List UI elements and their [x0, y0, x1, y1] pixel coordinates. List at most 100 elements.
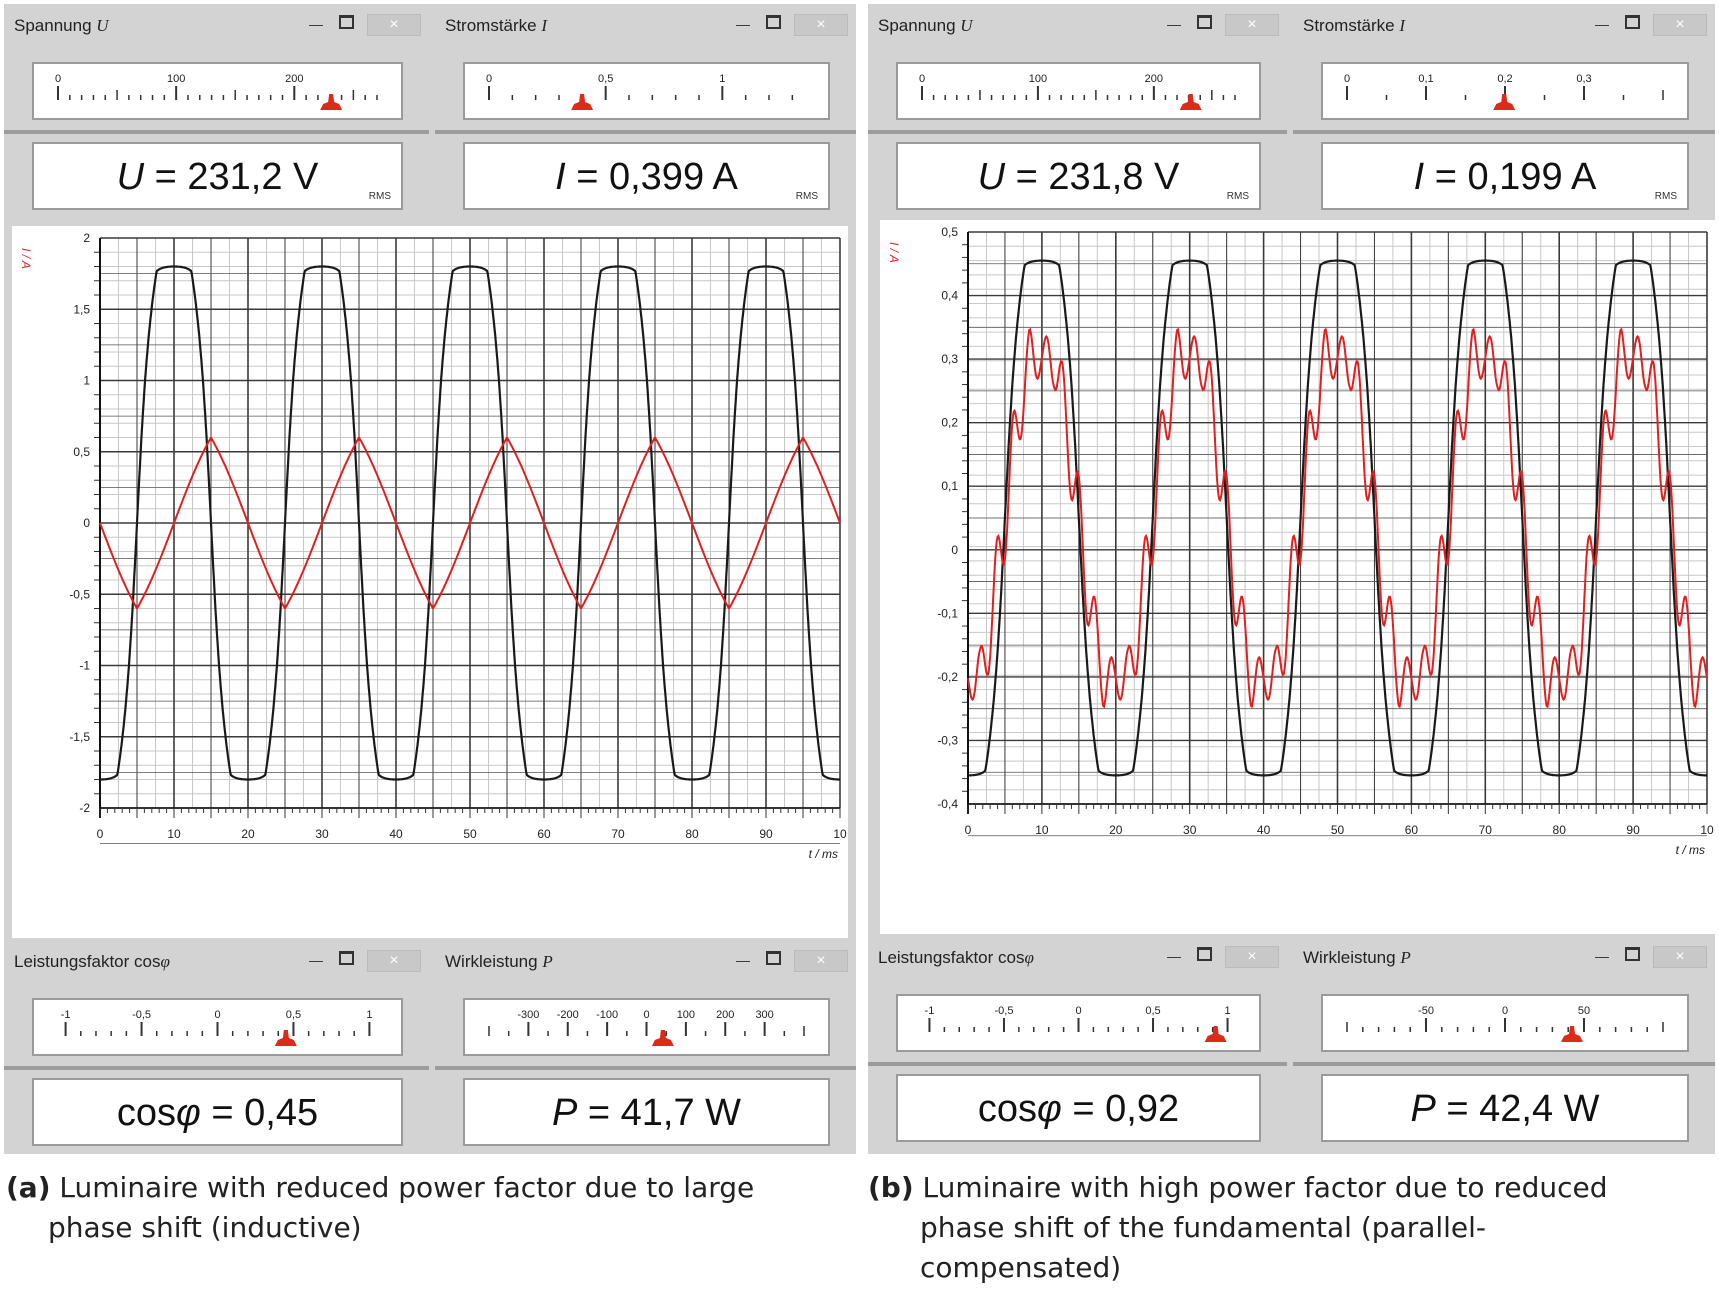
readout-value: 0,92 [1105, 1088, 1180, 1130]
scale-pointer [1493, 94, 1516, 110]
x-axis-label: t / ms [809, 847, 838, 861]
x-tick-label: 10 [1035, 823, 1049, 837]
oscilloscope-graph-b: 0,5 0,4 0,3 0,2 0,1 0 -0,1 -0,2 -0,3 -0,4 0 10 20 30 4… [880, 220, 1715, 934]
minimize-button[interactable]: — [1589, 946, 1615, 966]
separator [868, 1062, 1287, 1066]
scale-label: 0 [55, 73, 61, 85]
scale-label: 0 [1502, 1005, 1508, 1017]
y-tick-label: -0,5 [69, 587, 90, 601]
x-tick-label: 10 [1700, 823, 1714, 837]
digital-readout: U = 231,8 V RMS [896, 142, 1261, 210]
x-tick-label: 50 [463, 827, 477, 841]
power-instrument-b: Wirkleistung P — × -50 0 50 P = 42,4 W [1293, 936, 1715, 1154]
scale-label: 100 [167, 73, 185, 85]
analog-scale: 0 100 200 [32, 62, 403, 120]
digital-readout: cosφ = 0,45 [32, 1078, 403, 1146]
maximize-button[interactable] [1619, 14, 1645, 34]
x-tick-label: 0 [965, 823, 972, 837]
analog-scale: 0 0,1 0,2 0,3 [1321, 62, 1689, 120]
scale-label: 1 [719, 73, 725, 85]
readout-value: 41,7 W [620, 1092, 742, 1134]
maximize-button[interactable] [333, 950, 359, 970]
x-tick-label: 80 [685, 827, 699, 841]
scale-label: 0,5 [1145, 1005, 1160, 1017]
instrument-header: Spannung U — × [868, 4, 1287, 48]
minimize-button[interactable]: — [1589, 14, 1615, 34]
readout-symbol: P [1410, 1088, 1436, 1130]
instrument-header: Spannung U — × [4, 4, 429, 48]
y-tick-label: 1 [83, 374, 90, 388]
y-tick-label: -0,1 [937, 606, 958, 620]
y-axis-label: I / A [887, 242, 901, 263]
separator [435, 1066, 856, 1070]
instrument-header: Leistungsfaktor cosφ — × [868, 936, 1287, 980]
power-instrument-a: Wirkleistung P — × -300 -200 -100 0 100 200 30… [435, 940, 856, 1154]
scale-label: 0,5 [598, 73, 613, 85]
scale-label: 0,1 [1418, 73, 1433, 85]
close-button[interactable]: × [1225, 946, 1279, 968]
maximize-button[interactable] [1191, 14, 1217, 34]
minimize-button[interactable]: — [1161, 14, 1187, 34]
analog-scale: -50 0 50 [1321, 994, 1689, 1052]
scale-label: 0 [214, 1009, 220, 1021]
scale-label: -1 [925, 1005, 935, 1017]
maximize-button[interactable] [760, 950, 786, 970]
close-button[interactable]: × [794, 14, 848, 36]
minimize-button[interactable]: — [730, 14, 756, 34]
y-tick-label: 0 [951, 543, 958, 557]
separator [4, 1066, 429, 1070]
scale-pointer [1179, 94, 1202, 110]
close-button[interactable]: × [1653, 946, 1707, 968]
rms-label: RMS [368, 191, 391, 202]
scale-pointer [571, 94, 594, 110]
scale-label: 50 [1578, 1005, 1590, 1017]
instrument-title: Leistungsfaktor cosφ [878, 948, 1034, 967]
voltage-instrument-b: Spannung U — × 0 100 200 U = 231,8 V RMS [868, 4, 1287, 218]
scale-label: 300 [755, 1009, 773, 1021]
x-tick-label: 80 [1553, 823, 1567, 837]
close-button[interactable]: × [1225, 14, 1279, 36]
close-button[interactable]: × [794, 950, 848, 972]
minimize-button[interactable]: — [303, 950, 329, 970]
y-tick-label: 0,2 [941, 416, 958, 430]
oscilloscope-graph-a: 2 1,5 1 0,5 0 -0,5 -1 -1,5 -2 0 10 20 30 40 50 60 70 80 90… [12, 226, 848, 938]
maximize-button[interactable] [1191, 946, 1217, 966]
separator [868, 130, 1287, 134]
separator [1293, 1062, 1715, 1066]
close-button[interactable]: × [1653, 14, 1707, 36]
minimize-button[interactable]: — [730, 950, 756, 970]
y-tick-label: -1,5 [69, 730, 90, 744]
minimize-button[interactable]: — [1161, 946, 1187, 966]
readout-value: 0,399 A [608, 156, 738, 198]
maximize-button[interactable] [1619, 946, 1645, 966]
x-tick-label: 50 [1331, 823, 1345, 837]
scale-pointer [651, 1030, 674, 1046]
separator [435, 130, 856, 134]
minimize-button[interactable]: — [303, 14, 329, 34]
readout-value: 0,45 [244, 1092, 319, 1134]
scale-label: 200 [285, 73, 303, 85]
y-tick-label: 0,1 [941, 479, 958, 493]
close-button[interactable]: × [367, 14, 421, 36]
instrument-title: Stromstärke I [1303, 16, 1406, 35]
instrument-header: Wirkleistung P — × [1293, 936, 1715, 980]
scale-label: -0,5 [132, 1009, 151, 1021]
x-tick-label: 60 [537, 827, 551, 841]
analog-scale: 0 100 200 [896, 62, 1261, 120]
x-tick-label: 70 [611, 827, 625, 841]
scale-label: 100 [677, 1009, 695, 1021]
readout-symbol: P [551, 1092, 578, 1134]
x-tick-label: 90 [759, 827, 773, 841]
digital-readout: P = 42,4 W [1321, 1074, 1689, 1142]
y-tick-label: -2 [79, 801, 90, 815]
maximize-button[interactable] [333, 14, 359, 34]
y-tick-label: 2 [83, 231, 90, 245]
instrument-header: Stromstärke I — × [435, 4, 856, 48]
maximize-button[interactable] [760, 14, 786, 34]
current-instrument-a: Stromstärke I — × 0 0,5 1 I = 0,399 A RMS [435, 4, 856, 218]
x-tick-label: 10 [833, 827, 847, 841]
digital-readout: cosφ = 0,92 [896, 1074, 1261, 1142]
caption-tag: (a) [6, 1171, 51, 1204]
y-tick-label: 0,3 [941, 352, 958, 366]
close-button[interactable]: × [367, 950, 421, 972]
